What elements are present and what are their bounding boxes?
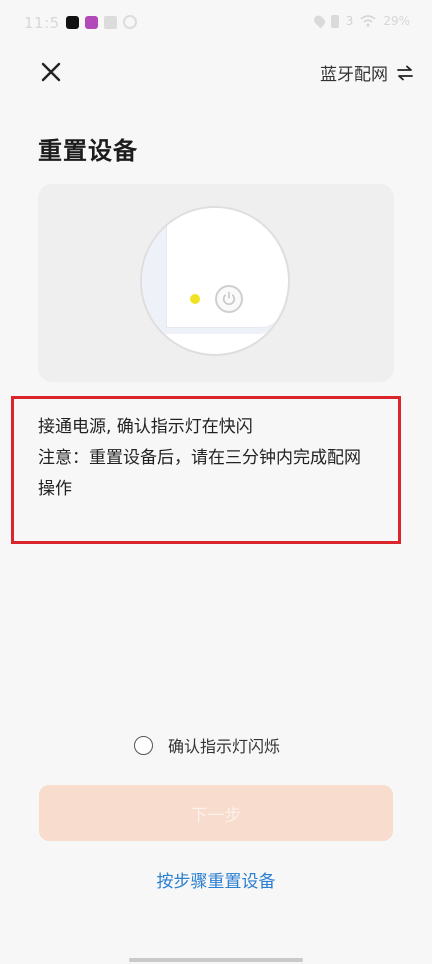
battery-level: 29% [383, 14, 410, 28]
vibrate-icon [330, 14, 339, 28]
instruction-line-1: 接通电源, 确认指示灯在快闪 [38, 417, 253, 437]
power-icon [215, 285, 243, 313]
sync-icon [123, 15, 137, 29]
wifi-icon [360, 15, 376, 27]
message-icon [104, 15, 117, 29]
status-time: 11:5 [24, 14, 60, 32]
status-bar: 11:5 3 29% [0, 0, 432, 46]
instruction-line-2: 注意：重置设备后，请在三分钟内完成配网操作 [38, 448, 361, 499]
page-title: 重置设备 [38, 137, 138, 165]
status-right-icons: 3 29% [311, 13, 410, 29]
app-notification-icon [85, 15, 98, 29]
device-body [142, 208, 280, 334]
location-icon [311, 13, 327, 29]
confirm-label: 确认指示灯闪烁 [168, 737, 281, 756]
home-indicator[interactable] [129, 958, 303, 962]
instruction-box: 接通电源, 确认指示灯在快闪 注意：重置设备后，请在三分钟内完成配网操作 [11, 396, 401, 544]
tiktok-icon [66, 15, 79, 29]
close-icon [41, 62, 61, 82]
swap-arrows-icon [397, 65, 413, 80]
device-zoom-circle [140, 206, 290, 356]
close-button[interactable] [36, 57, 66, 87]
indicator-light [190, 294, 200, 304]
bluetooth-mode-switch[interactable]: 蓝牙配网 [320, 60, 414, 85]
signal-icon: 3 [345, 14, 354, 28]
mode-label: 蓝牙配网 [320, 65, 388, 85]
notification-icons [66, 15, 137, 29]
confirm-light-blinking-checkbox[interactable]: 确认指示灯闪烁 [134, 733, 280, 757]
reset-by-steps-link[interactable]: 按步骤重置设备 [0, 867, 432, 892]
radio-circle-icon[interactable] [134, 735, 153, 755]
device-illustration [38, 184, 394, 382]
next-step-button[interactable]: 下一步 [39, 785, 393, 841]
